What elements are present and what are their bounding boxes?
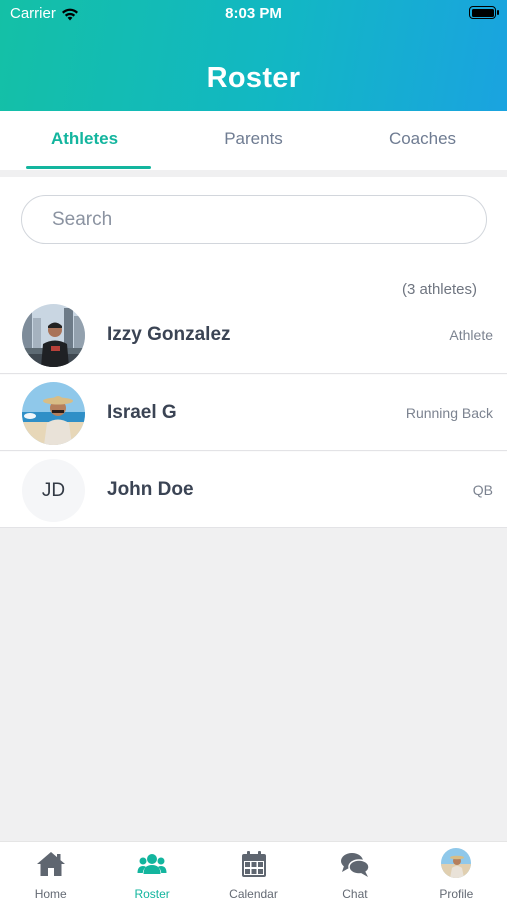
athlete-role: QB — [472, 482, 493, 498]
battery-icon — [469, 6, 499, 19]
athlete-row-izzy-gonzalez[interactable]: Izzy Gonzalez Athlete — [0, 297, 507, 374]
athlete-list: Izzy Gonzalez Athlete Israel G Running B… — [0, 297, 507, 528]
page-title: Roster — [206, 62, 301, 94]
tab-parents[interactable]: Parents — [169, 111, 338, 170]
athlete-role: Running Back — [405, 405, 493, 421]
athlete-name: Izzy Gonzalez — [107, 324, 231, 345]
athlete-name: Israel G — [107, 402, 177, 423]
header: Carrier 8:03 PM Roster — [0, 0, 507, 111]
athlete-row-israel-g[interactable]: Israel G Running Back — [0, 374, 507, 451]
calendar-icon — [241, 851, 266, 877]
chat-icon — [340, 853, 370, 877]
users-icon — [137, 854, 167, 874]
search-input[interactable] — [21, 195, 487, 244]
tabbar-home[interactable]: Home — [0, 842, 101, 900]
avatar-izzy-gonzalez — [22, 304, 85, 367]
athlete-row-john-doe[interactable]: JD John Doe QB — [0, 451, 507, 528]
tabbar-chat[interactable]: Chat — [304, 842, 405, 900]
tab-athletes[interactable]: Athletes — [0, 111, 169, 170]
profile-avatar — [441, 848, 472, 878]
tabbar-label: Home — [34, 887, 67, 900]
segment-tabs: Athletes Parents Coaches — [0, 111, 507, 170]
athlete-role: Athlete — [449, 327, 493, 343]
tabbar-calendar[interactable]: Calendar — [203, 842, 304, 900]
home-icon — [36, 852, 65, 876]
status-bar: Carrier 8:03 PM — [0, 0, 507, 30]
avatar-initials: JD — [22, 459, 85, 522]
tabbar-roster[interactable]: Roster — [101, 842, 202, 900]
tabbar-label: Roster — [134, 887, 170, 900]
athlete-count: (3 athletes) — [401, 281, 477, 298]
status-time: 8:03 PM — [225, 5, 282, 22]
tabbar-profile[interactable]: Profile — [406, 842, 507, 900]
tabbar-label: Profile — [439, 887, 474, 900]
bottom-tab-bar: Home Roster Calendar Chat Profile — [0, 841, 507, 900]
athlete-name: John Doe — [107, 479, 194, 500]
tabbar-label: Calendar — [229, 887, 278, 900]
avatar-israel-g — [22, 382, 85, 445]
tabbar-label: Chat — [342, 887, 368, 900]
tab-coaches[interactable]: Coaches — [338, 111, 507, 170]
